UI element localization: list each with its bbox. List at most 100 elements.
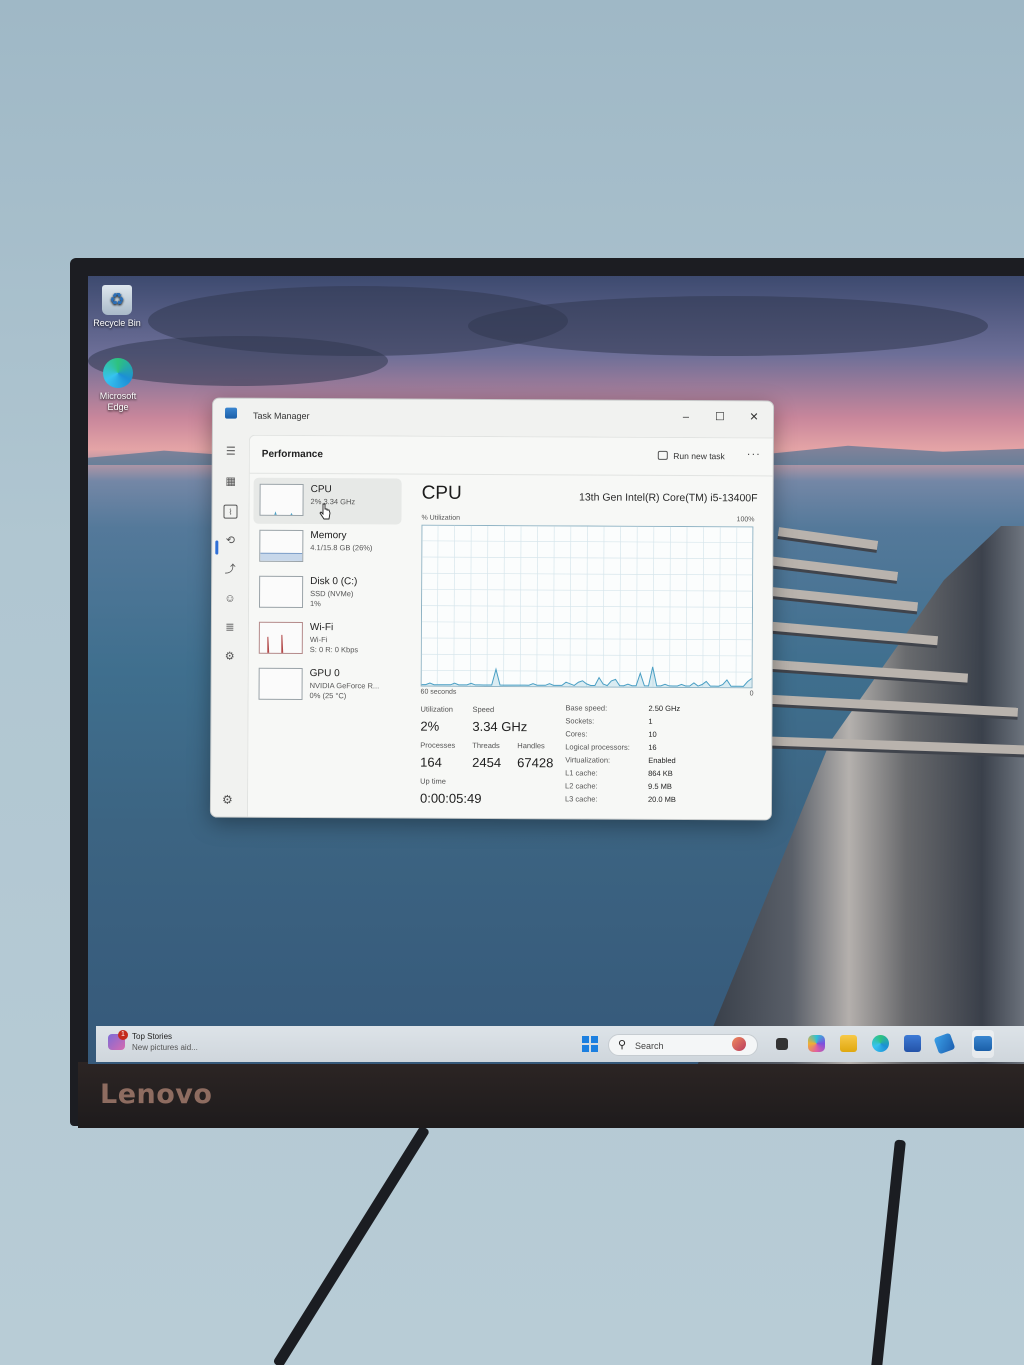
cpu-detail-title: CPU bbox=[421, 482, 462, 504]
copilot-icon[interactable] bbox=[732, 1037, 746, 1051]
app-history-icon[interactable]: ⟲ bbox=[223, 534, 237, 548]
perf-item-title: GPU 0 bbox=[309, 668, 340, 680]
remote-icon[interactable] bbox=[933, 1032, 956, 1055]
utilization-axis-label: % Utilization bbox=[421, 514, 461, 522]
maximize-button[interactable]: ☐ bbox=[705, 407, 735, 427]
search-icon: ⚲ bbox=[618, 1039, 627, 1051]
spec-value: Enabled bbox=[648, 755, 676, 765]
uptime-label: Up time bbox=[420, 776, 446, 786]
page-title: Performance bbox=[261, 448, 323, 461]
task-manager-window: Task Manager – ☐ ✕ ☰ ▦ ⌇ ⟲ ⤴ ☺ ≣ ⚙ ⚙ Per… bbox=[209, 397, 775, 821]
perf-item-gpu[interactable]: GPU 0 NVIDIA GeForce R... 0% (25 °C) bbox=[252, 662, 400, 709]
cpu-thumbnail-graph bbox=[259, 483, 304, 517]
spec-value: 10 bbox=[648, 729, 657, 739]
copilot-app-icon[interactable] bbox=[808, 1035, 825, 1052]
processes-value: 164 bbox=[420, 754, 442, 770]
widget-title: Top Stories bbox=[132, 1032, 173, 1041]
search-placeholder: Search bbox=[635, 1041, 664, 1051]
notification-badge: 1 bbox=[118, 1030, 128, 1040]
services-icon[interactable]: ⚙ bbox=[223, 650, 237, 664]
close-button[interactable]: ✕ bbox=[739, 407, 769, 427]
more-options-button[interactable]: ··· bbox=[747, 448, 761, 460]
settings-gear-icon[interactable]: ⚙ bbox=[222, 793, 233, 807]
task-manager-app-icon bbox=[224, 407, 238, 419]
cpu-thumb-svg bbox=[260, 511, 304, 517]
gpu-thumbnail-graph bbox=[258, 667, 303, 701]
microsoft-edge-desktop-icon[interactable]: Microsoft Edge bbox=[88, 358, 148, 413]
memory-thumbnail-graph bbox=[259, 529, 304, 563]
file-explorer-icon[interactable] bbox=[840, 1035, 857, 1052]
perf-item-memory[interactable]: Memory 4.1/15.8 GB (26%) bbox=[253, 524, 401, 571]
perf-item-sub: Wi-Fi S: 0 R: 0 Kbps bbox=[309, 635, 359, 655]
perf-item-disk[interactable]: Disk 0 (C:) SSD (NVMe) 1% bbox=[253, 570, 401, 617]
users-icon[interactable]: ☺ bbox=[223, 592, 237, 606]
spec-key: Logical processors: bbox=[565, 742, 630, 752]
processes-icon[interactable]: ▦ bbox=[224, 475, 238, 489]
spec-key: L1 cache: bbox=[565, 768, 598, 778]
cpu-utilization-graph bbox=[420, 524, 754, 689]
run-task-icon bbox=[657, 450, 668, 460]
uptime-value: 0:00:05:49 bbox=[419, 790, 482, 806]
performance-icon[interactable]: ⌇ bbox=[223, 504, 238, 519]
spec-key: Virtualization: bbox=[565, 755, 611, 765]
perf-item-wifi[interactable]: Wi-Fi Wi-Fi S: 0 R: 0 Kbps bbox=[253, 616, 401, 663]
spec-value: 2.50 GHz bbox=[648, 703, 681, 713]
time-span-label: 60 seconds bbox=[420, 688, 457, 696]
store-icon[interactable] bbox=[904, 1035, 921, 1052]
taskbar: 1 Top Stories New pictures aid... ⚲ Sear… bbox=[96, 1026, 1024, 1062]
spec-key: Base speed: bbox=[565, 703, 608, 713]
minimize-button[interactable]: – bbox=[671, 407, 701, 427]
spec-key: Cores: bbox=[565, 729, 588, 739]
cpu-model: 13th Gen Intel(R) Core(TM) i5-13400F bbox=[578, 491, 758, 505]
spec-key: L3 cache: bbox=[564, 794, 598, 804]
cpu-spec-list: Base speed: 2.50 GHz Sockets: 1 Cores: 10 Logi… bbox=[422, 483, 758, 804]
disk-thumbnail-graph bbox=[259, 575, 304, 609]
speed-label: Speed bbox=[472, 704, 495, 715]
spec-value: 9.5 MB bbox=[648, 781, 672, 791]
page-header: Performance Run new task ··· bbox=[249, 435, 773, 477]
wifi-thumbnail-graph bbox=[258, 621, 303, 655]
recycle-icon: ♻ bbox=[102, 285, 132, 315]
perf-item-title: Memory bbox=[310, 530, 347, 542]
monitor-chin bbox=[78, 1062, 1024, 1128]
perf-item-title: Disk 0 (C:) bbox=[310, 576, 358, 588]
spec-key: L2 cache: bbox=[565, 781, 598, 791]
handles-value: 67428 bbox=[517, 755, 554, 771]
task-view-icon[interactable] bbox=[776, 1038, 788, 1050]
microsoft-edge-label: Microsoft Edge bbox=[99, 391, 137, 412]
cpu-detail: CPU 13th Gen Intel(R) Core(TM) i5-13400F… bbox=[420, 483, 758, 806]
utilization-value: 2% bbox=[420, 718, 440, 734]
startup-apps-icon[interactable]: ⤴ bbox=[223, 563, 237, 577]
perf-item-title: Wi-Fi bbox=[309, 622, 334, 634]
spec-value: 16 bbox=[648, 742, 657, 752]
edge-icon[interactable] bbox=[872, 1035, 889, 1052]
perf-item-sub: SSD (NVMe) 1% bbox=[310, 589, 354, 609]
wifi-thumb-svg bbox=[259, 634, 303, 655]
edge-icon bbox=[103, 358, 133, 388]
speed-value: 3.34 GHz bbox=[472, 718, 528, 735]
handles-label: Handles bbox=[517, 741, 545, 751]
processes-label: Processes bbox=[420, 740, 456, 750]
recycle-bin-icon[interactable]: ♻ Recycle Bin bbox=[87, 285, 147, 328]
perf-item-title: CPU bbox=[310, 484, 332, 496]
details-icon[interactable]: ≣ bbox=[223, 621, 237, 635]
axis-zero-label: 0 bbox=[749, 690, 754, 698]
run-new-task-label: Run new task bbox=[673, 450, 725, 462]
spec-value: 20.0 MB bbox=[647, 794, 676, 804]
run-new-task-button[interactable]: Run new task bbox=[657, 450, 725, 462]
perf-item-sub: NVIDIA GeForce R... 0% (25 °C) bbox=[309, 681, 380, 701]
spec-value: 864 KB bbox=[648, 768, 673, 778]
window-title: Task Manager bbox=[252, 410, 310, 422]
active-nav-indicator bbox=[215, 540, 219, 555]
task-manager-icon[interactable] bbox=[974, 1036, 992, 1051]
utilization-label: Utilization bbox=[420, 704, 454, 714]
recycle-bin-label: Recycle Bin bbox=[93, 318, 141, 328]
hamburger-menu-icon[interactable]: ☰ bbox=[224, 445, 238, 459]
title-bar[interactable]: Task Manager – ☐ ✕ bbox=[213, 399, 773, 438]
start-button[interactable] bbox=[582, 1036, 598, 1052]
spec-key: Sockets: bbox=[565, 716, 595, 726]
perf-item-sub: 4.1/15.8 GB (26%) bbox=[310, 543, 373, 553]
threads-label: Threads bbox=[472, 740, 500, 751]
spec-value: 1 bbox=[648, 716, 653, 726]
mouse-cursor-icon bbox=[319, 503, 331, 520]
